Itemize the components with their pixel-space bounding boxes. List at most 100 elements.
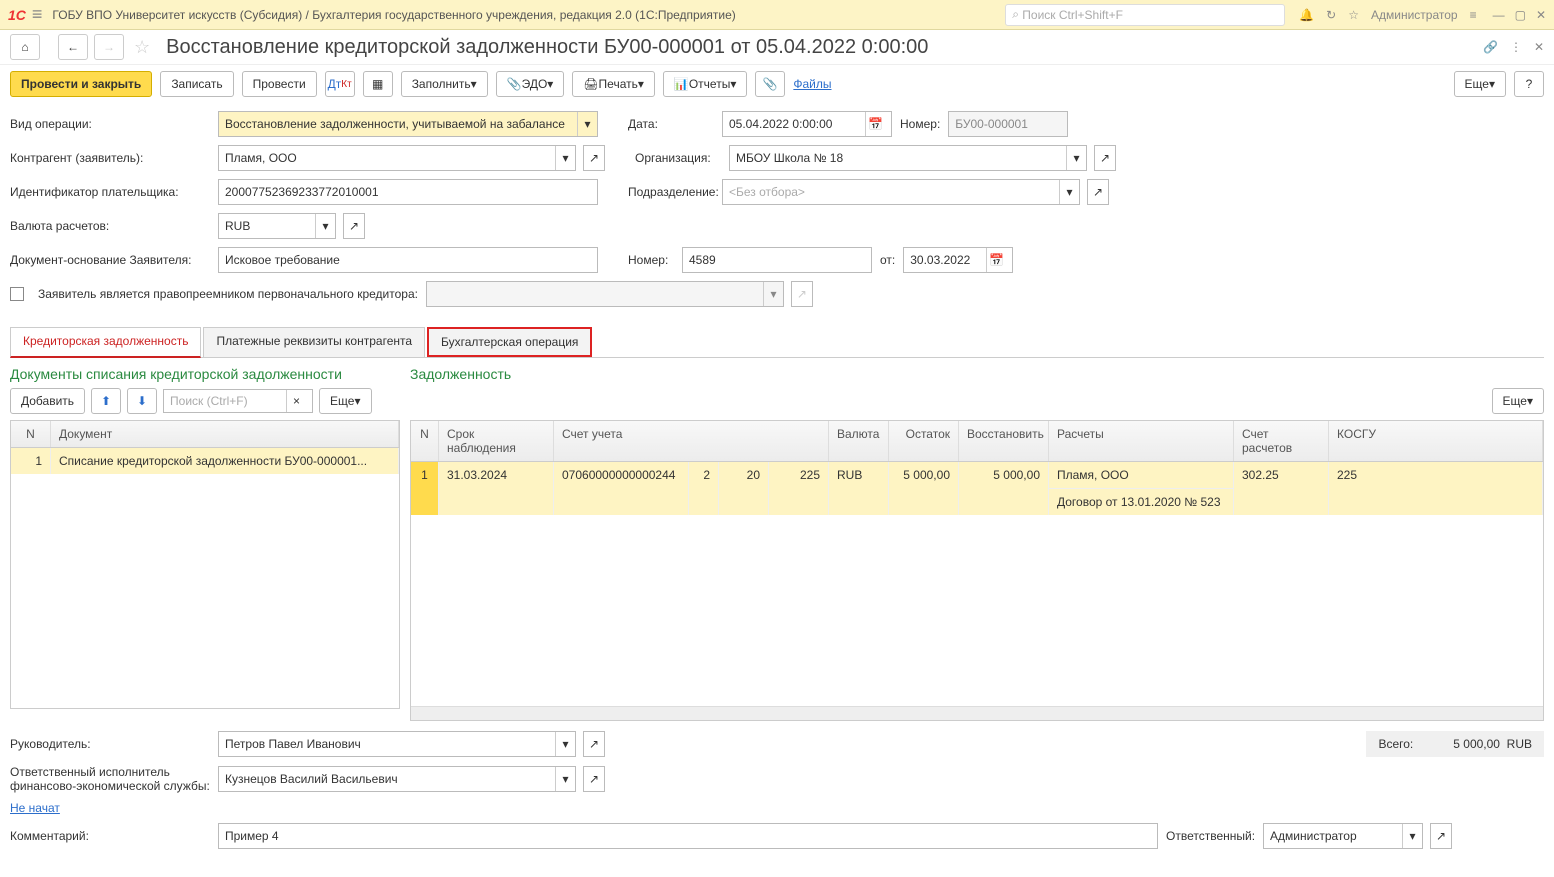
home-button[interactable]: ⌂ [10,34,40,60]
table-row[interactable]: 1 31.03.2024 07060000000000244 2 20 225 … [411,462,1543,515]
attach-icon[interactable]: 📎 [755,71,785,97]
col-observation-date[interactable]: Срок наблюдения [439,421,554,461]
col-calc-acct[interactable]: Счет расчетов [1234,421,1329,461]
open-button[interactable]: ↗ [1094,145,1116,171]
dropdown-icon[interactable]: ▾ [555,732,575,756]
total-currency: RUB [1507,737,1532,751]
calendar-icon[interactable]: 📅 [865,112,885,136]
manager-field[interactable]: Петров Павел Иванович ▾ [218,731,576,757]
dt-kt-icon[interactable]: ДтКт [325,71,355,97]
close-icon[interactable]: ✕ [1536,8,1546,22]
basis-date-field[interactable]: 30.03.2022 📅 [903,247,1013,273]
cell-a2: 2 [689,462,719,515]
search-placeholder: Поиск Ctrl+Shift+F [1022,8,1123,22]
op-type-field[interactable]: Восстановление задолженности, учитываемо… [218,111,598,137]
bell-icon[interactable]: 🔔 [1299,8,1314,22]
move-down-button[interactable]: ⬇ [127,388,157,414]
col-account[interactable]: Счет учета [554,421,829,461]
dropdown-icon[interactable]: ▾ [1402,824,1422,848]
tab-accounting-op[interactable]: Бухгалтерская операция [427,327,592,357]
exec-label: Ответственный исполнитель финансово-экон… [10,765,210,793]
dept-field[interactable]: <Без отбора> ▾ [722,179,1080,205]
link-icon[interactable]: 🔗 [1483,40,1498,54]
close-tab-icon[interactable]: ✕ [1534,40,1544,54]
dropdown-icon[interactable]: ▾ [577,112,597,136]
col-restore[interactable]: Восстановить [959,421,1049,461]
right-more-button[interactable]: Еще ▾ [1492,388,1544,414]
calendar-icon[interactable]: 📅 [986,248,1006,272]
number-field: БУ00-000001 [948,111,1068,137]
forward-button[interactable]: → [94,34,124,60]
save-button[interactable]: Записать [160,71,233,97]
left-more-button[interactable]: Еще ▾ [319,388,371,414]
maximize-icon[interactable]: ▢ [1515,8,1526,22]
help-button[interactable]: ? [1514,71,1544,97]
table-row[interactable]: 1 Списание кредиторской задолженности БУ… [11,448,399,474]
basis-num-field[interactable]: 4589 [682,247,872,273]
fill-button[interactable]: Заполнить ▾ [401,71,488,97]
print-button[interactable]: 🖨 Печать ▾ [572,71,655,97]
scrollbar[interactable] [411,706,1543,720]
open-button[interactable]: ↗ [583,731,605,757]
number-label: Номер: [900,117,940,131]
back-button[interactable]: ← [58,34,88,60]
clear-icon[interactable]: × [286,390,306,412]
basis-date-label: от: [880,253,895,267]
dropdown-icon[interactable]: ▾ [555,146,575,170]
date-field[interactable]: 05.04.2022 0:00:00 📅 [722,111,892,137]
list-icon[interactable]: ▦ [363,71,393,97]
col-kosgu[interactable]: КОСГУ [1329,421,1543,461]
contragent-field[interactable]: Пламя, ООО ▾ [218,145,576,171]
favorite-icon[interactable]: ☆ [134,37,150,58]
exec-field[interactable]: Кузнецов Василий Васильевич ▾ [218,766,576,792]
move-up-button[interactable]: ⬆ [91,388,121,414]
user-label[interactable]: Администратор [1371,8,1458,22]
successor-checkbox[interactable] [10,287,24,301]
minimize-icon[interactable]: — [1493,8,1505,22]
col-n[interactable]: N [11,421,51,447]
more-icon[interactable]: ⋮ [1510,40,1522,54]
document-title: Восстановление кредиторской задолженност… [166,36,1477,59]
star-icon[interactable]: ☆ [1348,8,1359,22]
cell-a4: 225 [769,462,829,515]
open-button[interactable]: ↗ [583,145,605,171]
not-started-link[interactable]: Не начат [10,801,60,815]
edo-button[interactable]: 📎 ЭДО ▾ [496,71,565,97]
post-button[interactable]: Провести [242,71,317,97]
col-n[interactable]: N [411,421,439,461]
dropdown-icon[interactable]: ▾ [1059,180,1079,204]
open-button[interactable]: ↗ [343,213,365,239]
dept-placeholder: <Без отбора> [729,185,805,199]
currency-field[interactable]: RUB ▾ [218,213,336,239]
post-and-close-button[interactable]: Провести и закрыть [10,71,152,97]
basis-field[interactable]: Исковое требование [218,247,598,273]
tab-creditor-debt[interactable]: Кредиторская задолженность [10,327,201,358]
settings-icon[interactable]: ≡ [1470,8,1477,22]
toolbar-more-button[interactable]: Еще ▾ [1454,71,1506,97]
grid-search-input[interactable]: Поиск (Ctrl+F) × [163,389,313,413]
dropdown-icon[interactable]: ▾ [1066,146,1086,170]
col-balance[interactable]: Остаток [889,421,959,461]
org-field[interactable]: МБОУ Школа № 18 ▾ [729,145,1087,171]
col-calc[interactable]: Расчеты [1049,421,1234,461]
add-button[interactable]: Добавить [10,388,85,414]
comment-field[interactable]: Пример 4 [218,823,1158,849]
history-icon[interactable]: ↻ [1326,8,1336,22]
tab-payment-details[interactable]: Платежные реквизиты контрагента [203,327,425,357]
dropdown-icon[interactable]: ▾ [315,214,335,238]
resp-field[interactable]: Администратор ▾ [1263,823,1423,849]
col-currency[interactable]: Валюта [829,421,889,461]
basis-label: Документ-основание Заявителя: [10,253,210,267]
col-document[interactable]: Документ [51,421,399,447]
payer-id-field[interactable]: 20007752369233772010001 [218,179,598,205]
open-button[interactable]: ↗ [1430,823,1452,849]
reports-button[interactable]: 📊 Отчеты ▾ [663,71,747,97]
global-search[interactable]: ⌕ Поиск Ctrl+Shift+F [1005,4,1285,26]
files-link[interactable]: Файлы [793,77,831,91]
open-button[interactable]: ↗ [1087,179,1109,205]
dropdown-icon[interactable]: ▾ [555,767,575,791]
menu-icon[interactable]: ≡ [32,4,43,25]
org-label: Организация: [635,151,721,165]
total-box: Всего: 5 000,00 RUB [1366,731,1544,757]
open-button[interactable]: ↗ [583,766,605,792]
